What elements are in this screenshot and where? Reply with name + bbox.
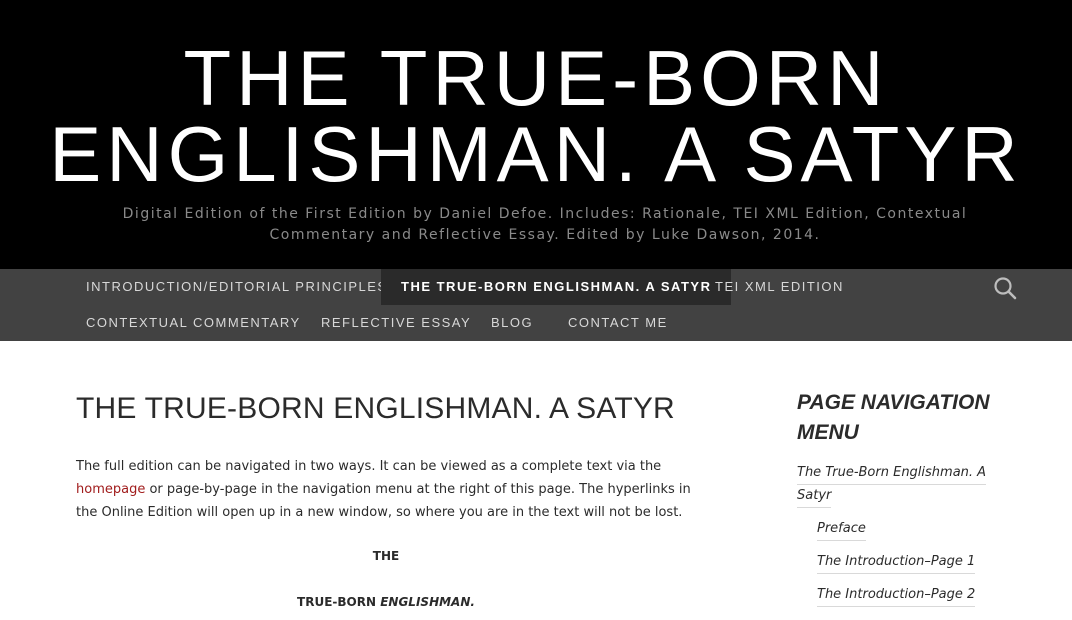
primary-navigation: INTRODUCTION/EDITORIAL PRINCIPLES THE TR…: [0, 269, 1072, 341]
sidebar-link-preface[interactable]: Preface: [817, 517, 866, 541]
site-title-line-1[interactable]: THE TRUE-BORN: [184, 34, 889, 122]
intro-paragraph: The full edition can be navigated in two…: [76, 455, 696, 524]
site-title-line-2[interactable]: ENGLISHMAN. A SATYR: [49, 110, 1022, 198]
sidebar-link-true-born-englishman-line-2[interactable]: Satyr: [797, 484, 832, 508]
nav-item-reflective-essay[interactable]: REFLECTIVE ESSAY: [321, 305, 471, 341]
sidebar-widget-title: PAGE NAVIGATION MENU: [797, 391, 990, 444]
nav-item-contextual-commentary[interactable]: CONTEXTUAL COMMENTARY: [86, 305, 301, 341]
homepage-link[interactable]: homepage: [76, 482, 145, 497]
intro-text-part-2: or page-by-page in the navigation menu a…: [76, 482, 691, 520]
site-title[interactable]: THE TRUE-BORN ENGLISHMAN. A SATYR: [0, 39, 1072, 193]
site-description: Digital Edition of the First Edition by …: [122, 206, 968, 243]
poem-title-englishman: ENGLISHMAN.: [380, 595, 475, 609]
nav-item-true-born-englishman[interactable]: THE TRUE-BORN ENGLISHMAN. A SATYR: [381, 269, 732, 305]
nav-item-blog[interactable]: BLOG: [491, 305, 533, 341]
sidebar-link-true-born-englishman-line-1[interactable]: The True-Born Englishman. A: [797, 461, 987, 485]
nav-item-contact-me[interactable]: CONTACT ME: [568, 305, 668, 341]
intro-text-part-1: The full edition can be navigated in two…: [76, 459, 662, 474]
poem-title-true-born: TRUE-BORN: [297, 595, 377, 609]
poem-title-line-1: THE: [372, 549, 400, 563]
nav-item-introduction[interactable]: INTRODUCTION/EDITORIAL PRINCIPLES: [86, 269, 388, 305]
site-header: THE TRUE-BORN ENGLISHMAN. A SATYR Digita…: [0, 0, 1072, 269]
sidebar-link-introduction-page-2[interactable]: The Introduction–Page 2: [817, 583, 976, 607]
nav-item-tei-xml-edition[interactable]: TEI XML EDITION: [715, 269, 844, 305]
page-title: THE TRUE-BORN ENGLISHMAN. A SATYR: [76, 392, 675, 425]
sidebar-link-introduction-page-1[interactable]: The Introduction–Page 1: [817, 550, 976, 574]
search-icon[interactable]: [992, 275, 1018, 301]
poem-title-line-2: TRUE-BORN ENGLISHMAN.: [76, 595, 696, 609]
